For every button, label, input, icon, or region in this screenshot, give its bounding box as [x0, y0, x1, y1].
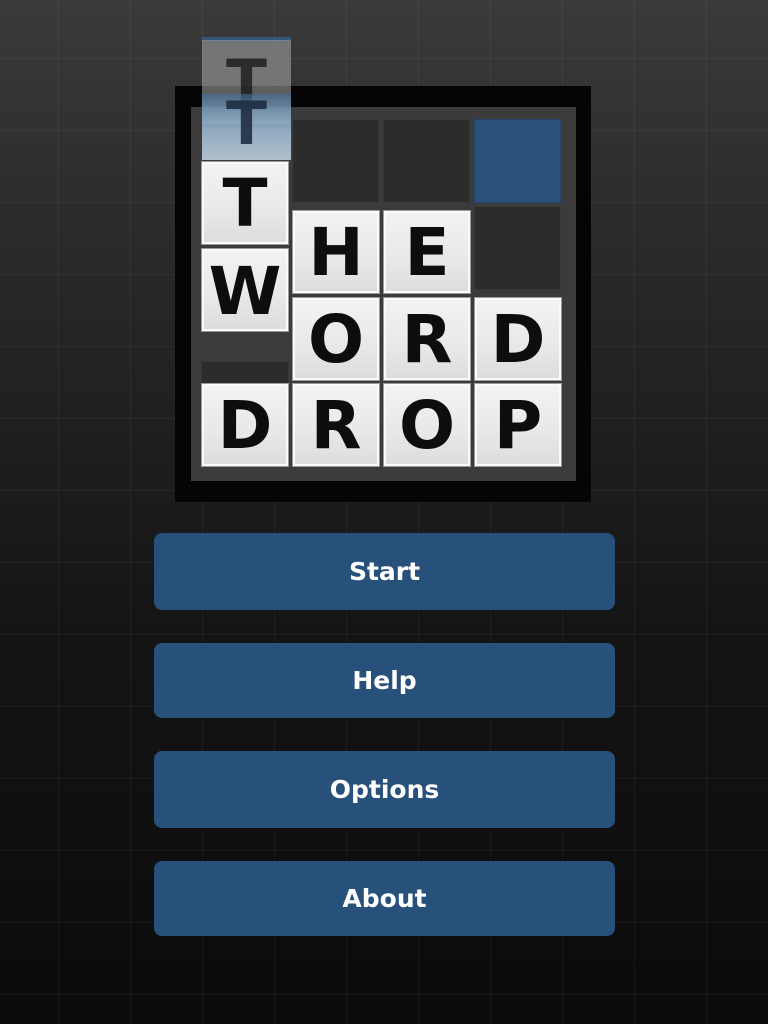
- board-cell-empty: [292, 119, 379, 203]
- letter-tile: P: [474, 383, 562, 467]
- letter-tile: O: [383, 383, 471, 467]
- letter-tile: W: [201, 248, 289, 332]
- about-button[interactable]: About: [154, 861, 615, 936]
- letter-tile: R: [383, 297, 471, 381]
- letter-tile: D: [201, 383, 289, 467]
- letter-tile: O: [292, 297, 380, 381]
- letter-tile: E: [383, 210, 471, 294]
- help-button[interactable]: Help: [154, 643, 615, 718]
- falling-letter-tile-shadow: T: [202, 94, 291, 160]
- start-button[interactable]: Start: [154, 533, 615, 610]
- letter-tile: D: [474, 297, 562, 381]
- letter-tile: R: [292, 383, 380, 467]
- board-cell-highlight: [474, 119, 561, 203]
- board-cell-empty: [474, 206, 561, 290]
- letter-tile: T: [201, 161, 289, 245]
- letter-tile: H: [292, 210, 380, 294]
- options-button[interactable]: Options: [154, 751, 615, 828]
- logo-board: T W H E O R D D R O P: [191, 107, 576, 481]
- board-cell-empty: [383, 119, 470, 203]
